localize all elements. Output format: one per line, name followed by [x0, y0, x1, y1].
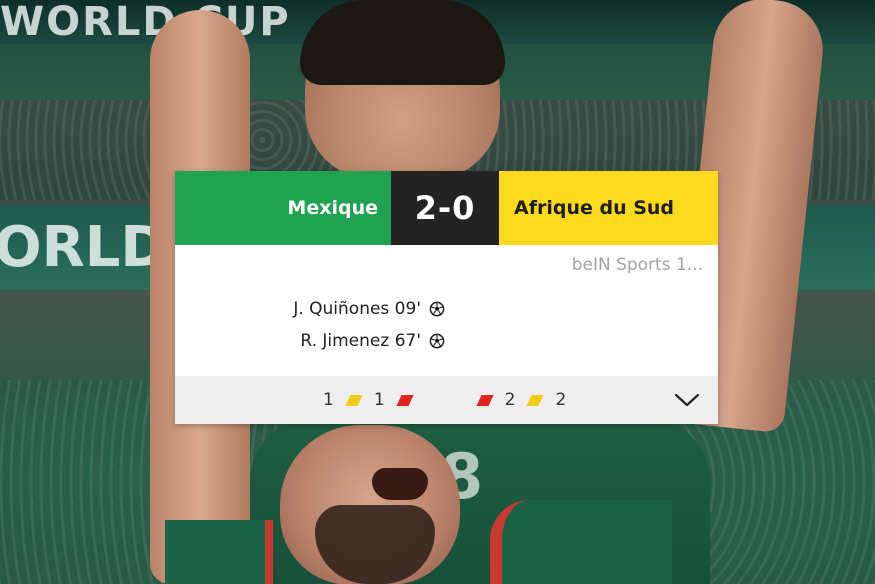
score-bar: Mexique 2-0 Afrique du Sud: [175, 171, 718, 245]
away-yellow-count: 2: [555, 390, 567, 410]
chevron-down-icon[interactable]: [674, 388, 700, 412]
player-lower-shirt-right: [490, 500, 672, 584]
soccer-ball-icon: [429, 301, 445, 317]
banner-mid-text: ORLD: [0, 215, 167, 280]
banner-top-text: WORLD CUP: [0, 0, 291, 45]
bookings-row: 1 1 2 2: [323, 376, 566, 424]
match-score-card[interactable]: Mexique 2-0 Afrique du Sud beIN Sports 1…: [175, 171, 718, 424]
red-card-icon: [396, 394, 414, 406]
goal-scorers-list: J. Quiñones 09' R. Jimenez 67': [175, 293, 445, 357]
soccer-ball-icon: [429, 333, 445, 349]
goal-scorer-name: R. Jimenez 67': [300, 331, 421, 351]
away-red-count: 2: [504, 390, 516, 410]
home-yellow-count: 1: [323, 390, 334, 410]
broadcaster-label: beIN Sports 1...: [571, 255, 703, 275]
away-team-name: Afrique du Sud: [514, 197, 675, 219]
home-team-block: Mexique: [175, 171, 391, 245]
yellow-card-icon: [526, 394, 545, 406]
goal-scorer-row: R. Jimenez 67': [175, 325, 445, 357]
away-team-block: Afrique du Sud: [499, 171, 718, 245]
player-bottom-mouth: [372, 468, 428, 500]
match-score: 2-0: [414, 189, 476, 227]
player-lower-shirt-left: [165, 520, 273, 584]
home-team-name: Mexique: [287, 197, 378, 219]
red-card-icon: [476, 394, 494, 406]
score-block: 2-0: [391, 171, 499, 245]
bookings-bar[interactable]: 1 1 2 2: [175, 376, 718, 424]
goal-scorer-name: J. Quiñones 09': [293, 299, 421, 319]
player-top-hair: [300, 0, 505, 85]
goal-scorer-row: J. Quiñones 09': [175, 293, 445, 325]
home-red-count: 1: [373, 390, 385, 410]
yellow-card-icon: [345, 394, 363, 406]
